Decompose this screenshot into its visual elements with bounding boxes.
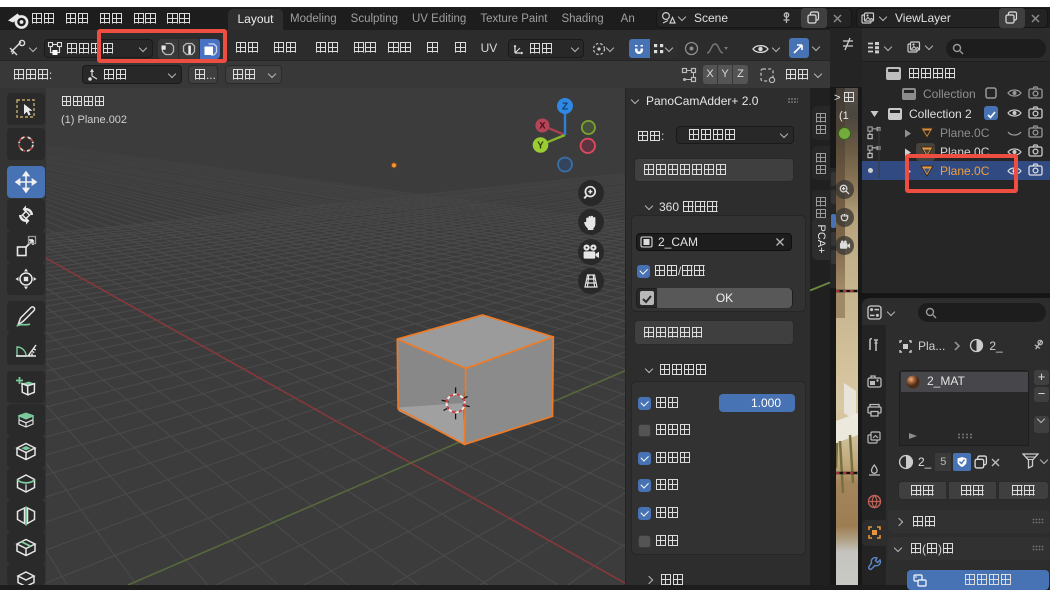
svg-text:Y: Y: [537, 141, 544, 152]
svg-text:X: X: [539, 121, 546, 132]
svg-text:Z: Z: [562, 101, 568, 112]
svg-text:PCA+: PCA+: [815, 224, 827, 253]
